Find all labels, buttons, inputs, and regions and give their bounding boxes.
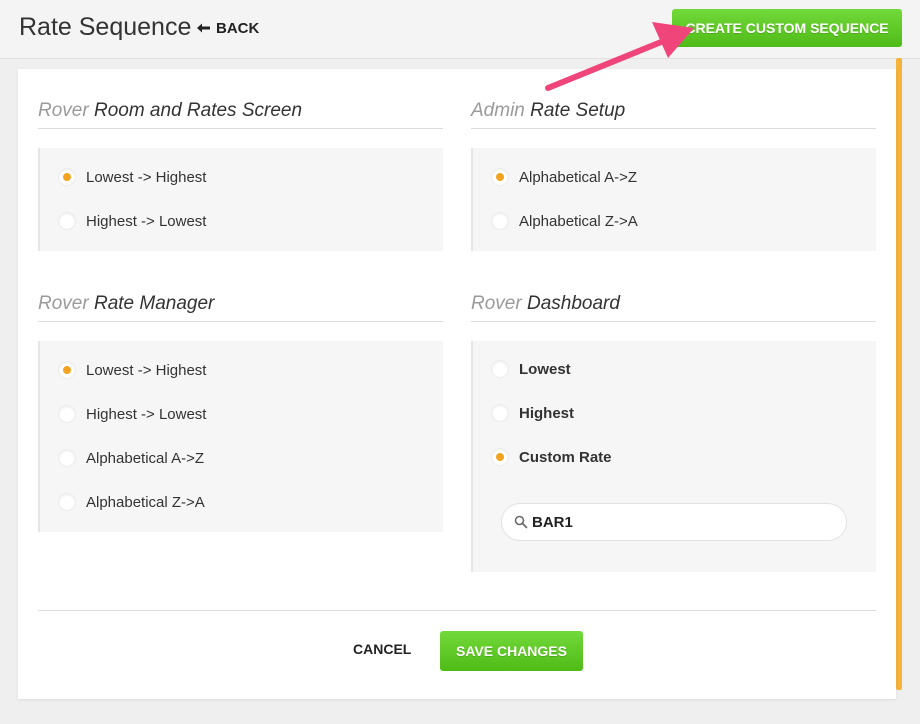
- radio-label: Alphabetical Z->A: [86, 493, 205, 511]
- radio-label: Highest -> Lowest: [86, 405, 207, 423]
- section-admin-rate-setup: Admin Rate Setup Alphabetical A->Z Alpha…: [471, 100, 876, 251]
- radio-button[interactable]: [58, 405, 76, 423]
- radio-option[interactable]: Alphabetical A->Z: [58, 447, 204, 469]
- options-group: Lowest -> Highest Highest -> Lowest: [38, 148, 443, 251]
- page-title: Rate Sequence: [19, 13, 192, 41]
- radio-option[interactable]: Alphabetical Z->A: [58, 491, 205, 513]
- section-title: Admin Rate Setup: [471, 100, 876, 129]
- search-value: BAR1: [532, 513, 573, 531]
- radio-option[interactable]: Highest -> Lowest: [58, 403, 206, 425]
- radio-label: Highest: [519, 404, 575, 422]
- search-icon: [514, 515, 528, 529]
- section-title-prefix: Admin: [471, 100, 525, 121]
- radio-button[interactable]: [58, 212, 76, 230]
- arrow-left-icon: [197, 20, 210, 37]
- radio-button[interactable]: [491, 404, 509, 422]
- radio-option[interactable]: Alphabetical Z->A: [491, 210, 638, 232]
- radio-button[interactable]: [491, 360, 509, 378]
- radio-label: Highest -> Lowest: [86, 212, 207, 230]
- section-title-main: Rate Setup: [530, 100, 626, 121]
- radio-button[interactable]: [58, 493, 76, 511]
- radio-label: Alphabetical A->Z: [519, 168, 637, 186]
- main-panel: Rover Room and Rates Screen Lowest -> Hi…: [18, 69, 896, 699]
- section-room-and-rates: Rover Room and Rates Screen Lowest -> Hi…: [38, 100, 443, 251]
- radio-label: Lowest -> Highest: [86, 361, 207, 379]
- section-rate-manager: Rover Rate Manager Lowest -> Highest Hig…: [38, 293, 443, 532]
- section-title-prefix: Rover: [471, 293, 522, 314]
- create-custom-sequence-button[interactable]: CREATE CUSTOM SEQUENCE: [672, 9, 902, 47]
- section-title: Rover Dashboard: [471, 293, 876, 322]
- options-group: Alphabetical A->Z Alphabetical Z->A: [471, 148, 876, 251]
- radio-label: Alphabetical Z->A: [519, 212, 638, 230]
- radio-button[interactable]: [58, 449, 76, 467]
- radio-label: Custom Rate: [519, 448, 612, 466]
- radio-option[interactable]: Custom Rate: [491, 446, 612, 468]
- radio-button[interactable]: [491, 448, 509, 466]
- section-title-prefix: Rover: [38, 100, 89, 121]
- radio-button[interactable]: [58, 361, 76, 379]
- radio-option[interactable]: Lowest: [491, 358, 571, 380]
- back-button[interactable]: BACK: [197, 20, 259, 37]
- section-title-main: Room and Rates Screen: [93, 100, 303, 121]
- section-title-main: Rate Manager: [93, 293, 215, 314]
- radio-option[interactable]: Lowest -> Highest: [58, 359, 206, 381]
- section-dashboard: Rover Dashboard Lowest Highest Custom Ra…: [471, 293, 876, 572]
- scrollbar[interactable]: [896, 58, 902, 690]
- radio-option[interactable]: Highest: [491, 402, 574, 424]
- back-label: BACK: [216, 20, 260, 37]
- section-title-prefix: Rover: [38, 293, 89, 314]
- cancel-button[interactable]: CANCEL: [353, 641, 411, 657]
- footer-divider: [38, 610, 876, 611]
- section-title: Rover Rate Manager: [38, 293, 443, 322]
- radio-label: Alphabetical A->Z: [86, 449, 204, 467]
- section-title: Rover Room and Rates Screen: [38, 100, 443, 129]
- radio-option[interactable]: Lowest -> Highest: [58, 166, 206, 188]
- radio-button[interactable]: [58, 168, 76, 186]
- section-title-main: Dashboard: [526, 293, 620, 314]
- rate-search-input[interactable]: BAR1: [501, 503, 847, 541]
- radio-option[interactable]: Alphabetical A->Z: [491, 166, 637, 188]
- save-changes-button[interactable]: SAVE CHANGES: [440, 631, 583, 671]
- options-group: Lowest -> Highest Highest -> Lowest Alph…: [38, 341, 443, 532]
- options-group: Lowest Highest Custom Rate BAR1: [471, 341, 876, 572]
- radio-button[interactable]: [491, 168, 509, 186]
- radio-label: Lowest -> Highest: [86, 168, 207, 186]
- radio-button[interactable]: [491, 212, 509, 230]
- radio-label: Lowest: [519, 360, 571, 378]
- top-bar: Rate Sequence BACK CREATE CUSTOM SEQUENC…: [0, 0, 920, 59]
- radio-option[interactable]: Highest -> Lowest: [58, 210, 206, 232]
